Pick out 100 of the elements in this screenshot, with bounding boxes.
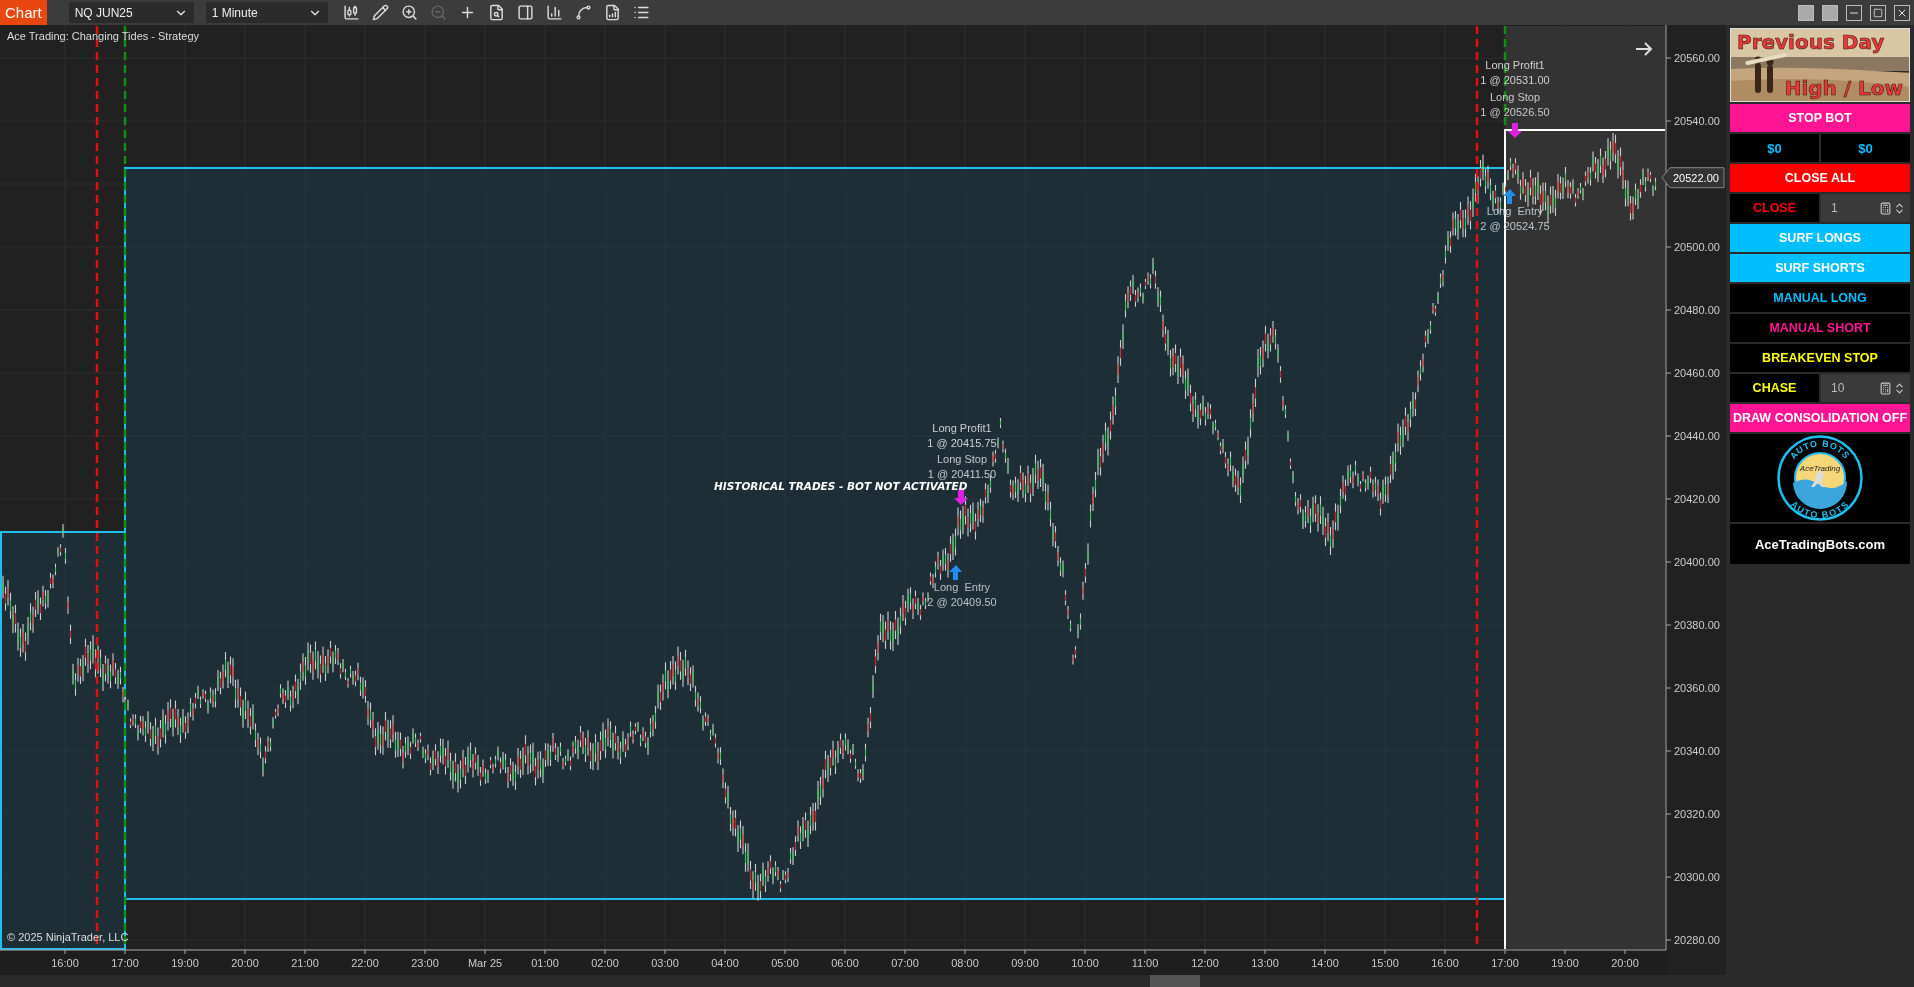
banner-title: Previous Day <box>1737 31 1885 53</box>
maximize-icon[interactable] <box>1870 4 1886 21</box>
trade-price: 2 @ 20409.50 <box>927 596 997 608</box>
trade-price: 1 @ 20526.50 <box>1480 106 1550 118</box>
trade-price: 1 @ 20531.00 <box>1480 74 1550 86</box>
quantity-field[interactable]: 1 <box>1821 194 1910 222</box>
time-tick: 17:00 <box>111 957 139 969</box>
time-tick: 06:00 <box>831 957 859 969</box>
time-tick: 12:00 <box>1191 957 1219 969</box>
calculator-icon[interactable] <box>1879 381 1892 395</box>
website-link[interactable]: AceTradingBots.com <box>1730 524 1910 564</box>
bot-button[interactable]: CHASE <box>1730 374 1819 402</box>
time-tick: 09:00 <box>1011 957 1039 969</box>
trade-price: 1 @ 20415.75 <box>927 437 997 449</box>
bar-chart-icon[interactable] <box>544 3 564 22</box>
button-label: MANUAL LONG <box>1773 291 1867 305</box>
time-tick: 21:00 <box>291 957 319 969</box>
trade-price: 1 @ 20411.50 <box>927 468 997 480</box>
button-label: MANUAL SHORT <box>1769 321 1871 335</box>
price-tick: 20340.00 <box>1674 745 1720 757</box>
up-arrow-icon <box>949 565 962 580</box>
line-chart-icon[interactable] <box>573 3 593 22</box>
scrollbar[interactable] <box>0 975 1726 987</box>
time-tick: Mar 25 <box>467 957 503 969</box>
link-text: AceTradingBots.com <box>1755 536 1885 552</box>
time-tick: 07:00 <box>891 957 919 969</box>
price-tick: 20480.00 <box>1674 304 1720 316</box>
time-tick: 13:00 <box>1251 957 1279 969</box>
trade-label: Long Stop <box>1489 91 1541 103</box>
candlestick-icon[interactable] <box>341 3 361 22</box>
time-tick: 15:00 <box>1371 957 1399 969</box>
trade-label: Long Profit1 <box>932 422 992 434</box>
time-tick: 20:00 <box>231 957 259 969</box>
time-tick: 19:00 <box>171 957 199 969</box>
bot-button[interactable]: CLOSE ALL <box>1730 164 1910 192</box>
price-tick: 20560.00 <box>1674 52 1720 64</box>
time-tick: 19:00 <box>1551 957 1579 969</box>
button-label: CHASE <box>1752 381 1797 395</box>
minimize-icon[interactable] <box>1846 4 1862 21</box>
trade-label: Long Stop <box>936 453 988 465</box>
bot-button[interactable]: DRAW CONSOLIDATION OFF <box>1730 404 1910 432</box>
price-tick: 20320.00 <box>1674 808 1720 820</box>
window-button[interactable] <box>1822 4 1838 21</box>
close-icon[interactable] <box>1894 4 1910 21</box>
button-label: CLOSE <box>1752 201 1797 215</box>
quantity-field[interactable]: 10 <box>1821 374 1910 402</box>
time-tick: 16:00 <box>51 957 79 969</box>
price-tick: 20380.00 <box>1674 619 1720 631</box>
time-tick: 04:00 <box>711 957 739 969</box>
notice-text: HISTORICAL TRADES - BOT NOT ACTIVATED <box>714 480 968 492</box>
banner-subtitle: High / Low <box>1784 77 1903 99</box>
time-tick: 14:00 <box>1311 957 1339 969</box>
price-tick: 20300.00 <box>1674 871 1720 883</box>
bot-button[interactable]: BREAKEVEN STOP <box>1730 344 1910 372</box>
price-tick: 20360.00 <box>1674 682 1720 694</box>
time-tick: 17:00 <box>1491 957 1519 969</box>
pencil-icon[interactable] <box>370 3 390 22</box>
bot-button[interactable]: MANUAL SHORT <box>1730 314 1910 342</box>
interval-dropdown[interactable]: 1 Minute <box>205 2 328 23</box>
time-tick: 22:00 <box>351 957 379 969</box>
button-label: BREAKEVEN STOP <box>1762 351 1878 365</box>
time-tick: 03:00 <box>651 957 679 969</box>
copyright-text: © 2025 NinjaTrader, LLC <box>7 931 129 943</box>
last-price-badge: 20522.00 <box>1661 167 1725 189</box>
price-tick: 20440.00 <box>1674 430 1720 442</box>
instrument-dropdown[interactable]: NQ JUN25 <box>68 2 194 23</box>
right-arrow-icon <box>1635 42 1653 56</box>
time-tick: 05:00 <box>771 957 799 969</box>
bot-button[interactable]: STOP BOT <box>1730 104 1910 132</box>
price-tick: 20400.00 <box>1674 556 1720 568</box>
trade-label: Long Profit1 <box>1485 59 1545 71</box>
pnl-value: $0 <box>1858 140 1873 156</box>
time-tick: 10:00 <box>1071 957 1099 969</box>
app-label[interactable]: Chart <box>0 0 47 25</box>
up-arrow-icon <box>1503 189 1516 204</box>
price-tick: 20420.00 <box>1674 493 1720 505</box>
down-arrow-icon <box>954 490 968 505</box>
spinner-icon[interactable] <box>1893 381 1906 395</box>
panel-icon[interactable] <box>515 3 535 22</box>
zoom-in-icon[interactable] <box>399 3 419 22</box>
price-tick: 20460.00 <box>1674 367 1720 379</box>
time-tick: 01:00 <box>531 957 559 969</box>
time-tick: 08:00 <box>951 957 979 969</box>
bot-button[interactable]: CLOSE <box>1730 194 1819 222</box>
down-arrow-icon <box>1508 123 1522 138</box>
price-tick: 20500.00 <box>1674 241 1720 253</box>
price-tick: 20540.00 <box>1674 115 1720 127</box>
time-tick: 23:00 <box>411 957 439 969</box>
strategy-title: Ace Trading: Changing Tides - Strategy <box>7 30 199 42</box>
scroll-thumb[interactable] <box>1150 975 1200 987</box>
bot-button[interactable]: MANUAL LONG <box>1730 284 1910 312</box>
time-tick: 16:00 <box>1431 957 1459 969</box>
time-tick: 11:00 <box>1131 957 1159 969</box>
price-tick: 20280.00 <box>1674 934 1720 946</box>
pnl-value: $0 <box>1767 140 1782 156</box>
time-tick: 02:00 <box>591 957 619 969</box>
trade-label: Long Entry <box>933 581 991 593</box>
spinner-icon[interactable] <box>1893 201 1906 215</box>
window-button[interactable] <box>1798 4 1814 21</box>
calculator-icon[interactable] <box>1879 201 1892 215</box>
